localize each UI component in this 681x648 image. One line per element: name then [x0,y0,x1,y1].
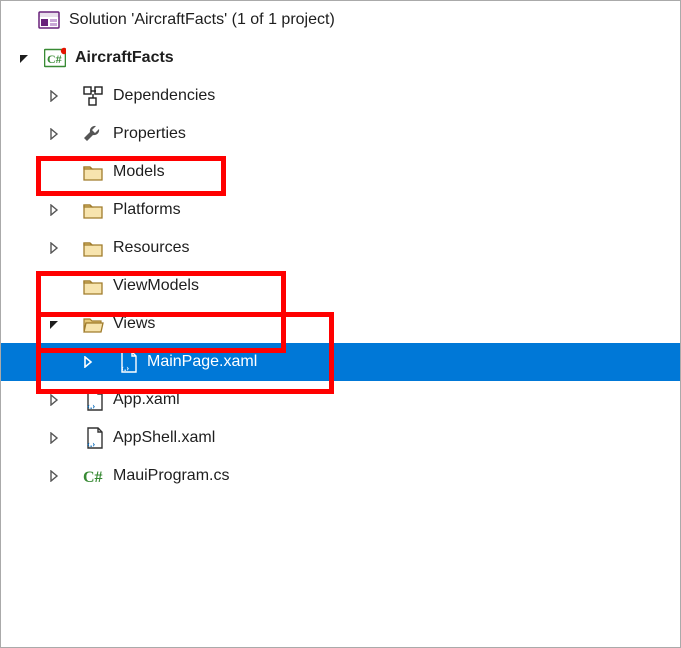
properties-label: Properties [113,125,186,143]
appshell-xaml-label: AppShell.xaml [113,429,215,447]
tree-node-platforms[interactable]: Platforms [1,191,680,229]
chevron-right-icon[interactable] [45,87,63,105]
resources-label: Resources [113,239,189,257]
tree-node-resources[interactable]: Resources [1,229,680,267]
tree-node-properties[interactable]: Properties [1,115,680,153]
tree-node-mauiprogram[interactable]: MauiProgram.cs [1,457,680,495]
expander-icon[interactable] [15,49,33,67]
tree-node-app-xaml[interactable]: App.xaml [1,381,680,419]
chevron-right-icon[interactable] [45,125,63,143]
expander-spacer [45,163,63,181]
dependencies-icon [81,84,105,108]
views-label: Views [113,315,155,333]
chevron-down-icon[interactable] [45,315,63,333]
folder-icon [81,198,105,222]
app-xaml-label: App.xaml [113,391,180,409]
tree-node-appshell-xaml[interactable]: AppShell.xaml [1,419,680,457]
expander-spacer [15,11,33,29]
folder-icon [81,274,105,298]
mainpage-label: MainPage.xaml [147,353,257,371]
chevron-right-icon[interactable] [45,201,63,219]
platforms-label: Platforms [113,201,181,219]
chevron-right-icon[interactable] [45,429,63,447]
tree-node-mainpage-selected[interactable]: MainPage.xaml [1,343,680,381]
viewmodels-label: ViewModels [113,277,199,295]
tree-node-project[interactable]: AircraftFacts [1,39,680,77]
chevron-right-icon[interactable] [45,467,63,485]
project-label: AircraftFacts [75,49,174,67]
solution-label: Solution 'AircraftFacts' (1 of 1 project… [69,11,335,29]
tree-node-solution[interactable]: Solution 'AircraftFacts' (1 of 1 project… [1,1,680,39]
csharp-project-icon [43,46,67,70]
mauiprogram-label: MauiProgram.cs [113,467,229,485]
xaml-file-icon [81,388,105,412]
tree-node-models[interactable]: Models [1,153,680,191]
dependencies-label: Dependencies [113,87,215,105]
folder-icon [81,236,105,260]
models-label: Models [113,163,165,181]
folder-icon [81,160,105,184]
chevron-right-icon[interactable] [79,353,97,371]
expander-spacer [45,277,63,295]
chevron-right-icon[interactable] [45,391,63,409]
tree-node-views[interactable]: Views [1,305,680,343]
xaml-file-icon [81,426,105,450]
folder-open-icon [81,312,105,336]
wrench-icon [81,122,105,146]
tree-node-dependencies[interactable]: Dependencies [1,77,680,115]
xaml-file-icon [115,350,139,374]
chevron-right-icon[interactable] [45,239,63,257]
tree-node-viewmodels[interactable]: ViewModels [1,267,680,305]
solution-icon [37,8,61,32]
csharp-file-icon [81,464,105,488]
